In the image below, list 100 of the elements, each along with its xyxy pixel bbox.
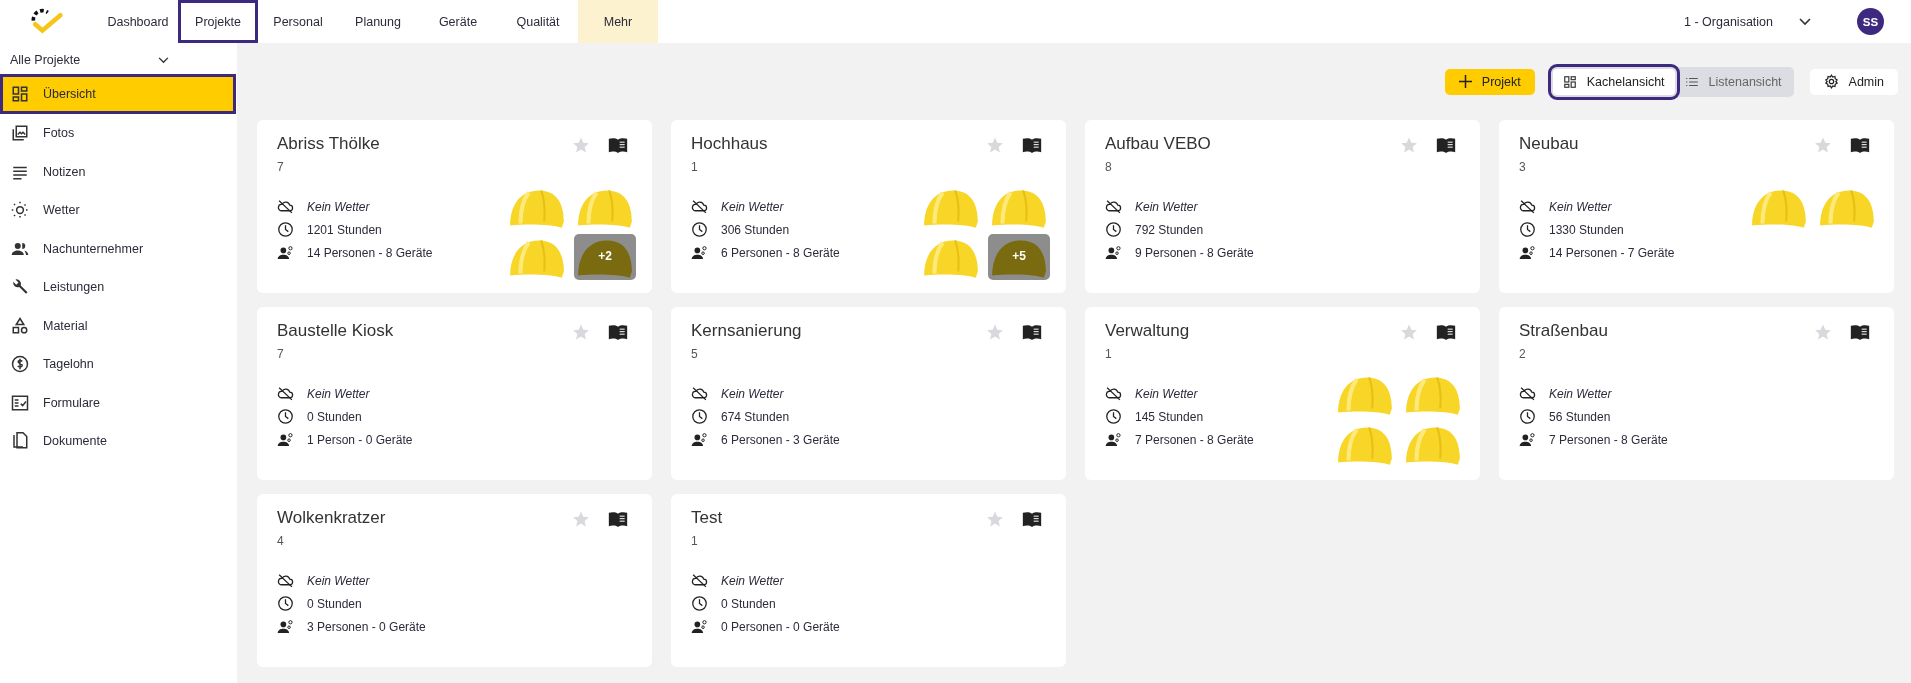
organisation-selector[interactable]: 1 - Organisation (1684, 14, 1773, 29)
staff-text: 14 Personen - 7 Geräte (1549, 245, 1675, 260)
staff-text: 3 Personen - 0 Geräte (307, 619, 426, 634)
sidebar-item[interactable]: Dokumente (0, 422, 236, 461)
admin-button[interactable]: Admin (1809, 68, 1898, 95)
sidebar-item[interactable]: Übersicht (0, 74, 236, 114)
nav-tab[interactable]: Planung (338, 0, 418, 43)
weather-text: Kein Wetter (307, 386, 370, 401)
book-icon[interactable] (1022, 323, 1042, 341)
hours-text: 0 Stunden (307, 409, 362, 424)
project-name: Abriss Thölke (277, 134, 380, 154)
dollar-icon (11, 355, 29, 374)
book-icon[interactable] (1850, 136, 1870, 154)
weather-text: Kein Wetter (1549, 386, 1612, 401)
star-icon[interactable] (1814, 136, 1832, 154)
book-icon[interactable] (1436, 323, 1456, 341)
hours-text: 674 Stunden (721, 409, 790, 424)
nav-tab[interactable]: Personal (258, 0, 338, 43)
project-card[interactable]: Baustelle Kiosk 7 Kein Wetter 0 Stunden 1 Person - 0 Geräte (257, 307, 652, 480)
book-icon[interactable] (1436, 136, 1456, 154)
sidebar-item[interactable]: Nachunternehmer (0, 229, 236, 268)
nav-tab[interactable]: Qualität (498, 0, 578, 43)
project-card[interactable]: Verwaltung 1 Kein Wetter 145 Stunden 7 Personen - 8 Geräte (1085, 307, 1480, 480)
project-number: 7 (277, 160, 285, 174)
staff-text: 14 Personen - 8 Geräte (307, 245, 433, 260)
project-card[interactable]: Kernsanierung 5 Kein Wetter 674 Stunden 6 Personen - 3 Geräte (671, 307, 1066, 480)
project-name: Baustelle Kiosk (277, 321, 394, 341)
nav-tab[interactable]: Projekte (178, 0, 258, 43)
new-project-button[interactable]: Projekt (1444, 68, 1535, 95)
cloud-off-icon (277, 198, 294, 215)
project-number: 3 (1519, 160, 1527, 174)
chevron-down-icon[interactable] (1799, 17, 1811, 26)
book-icon[interactable] (608, 323, 628, 341)
shapes-icon (11, 316, 29, 335)
cloud-off-icon (1519, 385, 1536, 402)
project-card[interactable]: Test 1 Kein Wetter 0 Stunden 0 Personen - 0 Geräte (671, 494, 1066, 667)
sidebar-item[interactable]: Formulare (0, 383, 236, 422)
hours-text: 1201 Stunden (307, 222, 382, 237)
project-card[interactable]: Wolkenkratzer 4 Kein Wetter 0 Stunden 3 Personen - 0 Geräte (257, 494, 652, 667)
book-icon[interactable] (1022, 136, 1042, 154)
project-name: Aufbau VEBO (1105, 134, 1211, 154)
hours-text: 306 Stunden (721, 222, 790, 237)
project-card[interactable]: Neubau 3 Kein Wetter 1330 Stunden 14 Personen - 7 Geräte (1499, 120, 1894, 293)
nav-tab[interactable]: Dashboard (98, 0, 178, 43)
clock-icon (277, 595, 294, 612)
project-number: 1 (691, 160, 699, 174)
user-avatar[interactable]: SS (1857, 8, 1884, 35)
more-members-badge[interactable]: +2 (574, 234, 636, 280)
worker-icon (691, 244, 708, 261)
form-icon (11, 393, 29, 412)
worker-icon (1105, 244, 1122, 261)
sidebar-item[interactable]: Wetter (0, 191, 236, 230)
project-card[interactable]: Aufbau VEBO 8 Kein Wetter 792 Stunden 9 Personen - 8 Geräte (1085, 120, 1480, 293)
book-icon[interactable] (1850, 323, 1870, 341)
cloud-off-icon (691, 572, 708, 589)
worker-icon (277, 431, 294, 448)
star-icon[interactable] (1814, 323, 1832, 341)
star-icon[interactable] (986, 323, 1004, 341)
clock-icon (691, 221, 708, 238)
star-icon[interactable] (572, 323, 590, 341)
star-icon[interactable] (1400, 136, 1418, 154)
more-tab[interactable]: Mehr (578, 0, 658, 43)
star-icon[interactable] (986, 510, 1004, 528)
project-number: 8 (1105, 160, 1113, 174)
project-name: Test (691, 508, 723, 528)
star-icon[interactable] (572, 510, 590, 528)
nav-tab[interactable]: Geräte (418, 0, 498, 43)
book-icon[interactable] (608, 136, 628, 154)
project-number: 7 (277, 347, 285, 361)
staff-text: 9 Personen - 8 Geräte (1135, 245, 1254, 260)
grid-icon (1562, 74, 1577, 89)
star-icon[interactable] (572, 136, 590, 154)
settings-icon (1823, 74, 1839, 89)
hours-text: 0 Stunden (307, 596, 362, 611)
staff-text: 7 Personen - 8 Geräte (1549, 432, 1668, 447)
star-icon[interactable] (1400, 323, 1418, 341)
more-members-badge[interactable]: +5 (988, 234, 1050, 280)
sidebar-item[interactable]: Material (0, 306, 236, 345)
sidebar-item[interactable]: Notizen (0, 152, 236, 191)
project-filter-dropdown[interactable]: Alle Projekte (0, 43, 237, 74)
star-icon[interactable] (986, 136, 1004, 154)
cloud-off-icon (1105, 198, 1122, 215)
photos-icon (11, 124, 29, 143)
cloud-off-icon (277, 572, 294, 589)
sidebar-item[interactable]: Tagelohn (0, 345, 236, 384)
project-card[interactable]: Abriss Thölke 7 Kein Wetter 1201 Stunden 14 Personen - 8 Geräte +2 (257, 120, 652, 293)
project-card[interactable]: Hochhaus 1 Kein Wetter 306 Stunden 6 Personen - 8 Geräte +5 (671, 120, 1066, 293)
view-toggle[interactable]: Listenansicht (1674, 68, 1792, 95)
book-icon[interactable] (1022, 510, 1042, 528)
weather-text: Kein Wetter (1549, 199, 1612, 214)
sidebar-item[interactable]: Fotos (0, 114, 236, 153)
cloud-off-icon (691, 385, 708, 402)
book-icon[interactable] (608, 510, 628, 528)
project-card[interactable]: Straßenbau 2 Kein Wetter 56 Stunden 7 Personen - 8 Geräte (1499, 307, 1894, 480)
weather-text: Kein Wetter (307, 573, 370, 588)
hours-text: 1330 Stunden (1549, 222, 1624, 237)
sun-icon (11, 201, 29, 220)
staff-text: 6 Personen - 8 Geräte (721, 245, 840, 260)
weather-text: Kein Wetter (721, 199, 784, 214)
sidebar-item[interactable]: Leistungen (0, 268, 236, 307)
